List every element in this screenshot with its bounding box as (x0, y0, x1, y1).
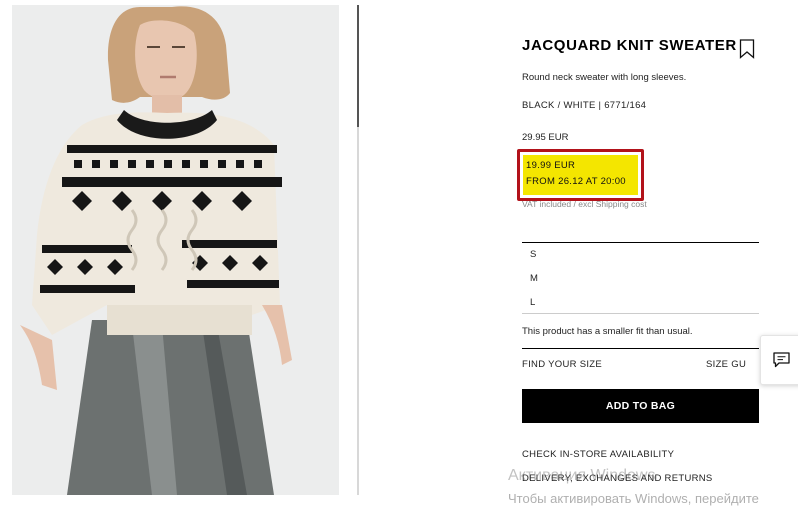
bookmark-icon[interactable] (739, 39, 755, 64)
check-in-store-link[interactable]: CHECK IN-STORE AVAILABILITY (522, 449, 674, 460)
model-photo (12, 5, 339, 495)
product-price: 29.95 EUR (522, 132, 569, 143)
product-description: Round neck sweater with long sleeves. (522, 72, 687, 83)
windows-activation-text: Чтобы активировать Windows, перейдите (508, 491, 759, 506)
size-list-divider (522, 242, 759, 243)
fit-note: This product has a smaller fit than usua… (522, 326, 693, 337)
size-guide-link[interactable]: SIZE GUIDE (706, 359, 746, 370)
chat-button[interactable] (760, 335, 798, 385)
chat-icon (773, 352, 790, 368)
find-your-size-link[interactable]: FIND YOUR SIZE (522, 359, 602, 370)
windows-activation-title: Активация Windows (508, 467, 656, 484)
image-scrollbar-thumb[interactable] (357, 5, 359, 127)
promo-highlight-box (517, 149, 644, 201)
promo-price: 19.99 EUR (526, 160, 576, 171)
product-title: JACQUARD KNIT SWEATER (522, 37, 737, 54)
add-to-bag-button[interactable]: ADD TO BAG (522, 389, 759, 423)
size-section-divider (522, 348, 759, 349)
size-option-s[interactable]: S (530, 249, 536, 260)
size-option-m[interactable]: M (530, 273, 538, 284)
promo-start-date: FROM 26.12 AT 20:00 (526, 176, 626, 187)
size-option-l[interactable]: L (530, 297, 535, 308)
fit-note-divider (522, 313, 759, 314)
product-color-reference: BLACK / WHITE | 6771/164 (522, 100, 647, 111)
vat-note: VAT included / excl Shipping cost (522, 199, 647, 209)
product-image[interactable] (12, 5, 339, 495)
